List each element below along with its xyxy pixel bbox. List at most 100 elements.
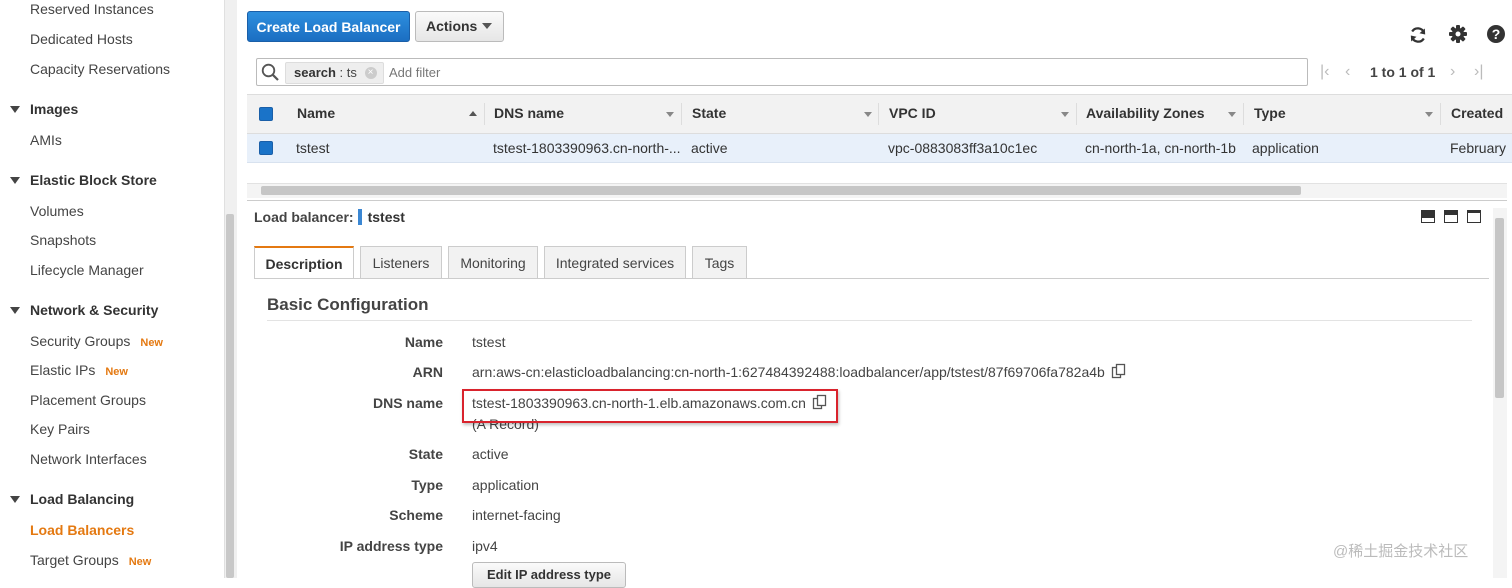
- column-menu-icon[interactable]: [864, 112, 872, 117]
- column-header-az[interactable]: Availability Zones: [1086, 105, 1205, 121]
- sidebar-item-target-groups[interactable]: Target Groups New: [30, 552, 151, 568]
- field-value-type: application: [472, 477, 539, 493]
- sidebar-item-security-groups[interactable]: Security Groups New: [30, 333, 163, 349]
- table-header: [247, 94, 1512, 134]
- svg-text:?: ?: [1492, 26, 1501, 42]
- pagination-text: 1 to 1 of 1: [1370, 64, 1436, 80]
- sidebar-item-reserved-instances[interactable]: Reserved Instances: [30, 1, 154, 17]
- sidebar-section-label: Load Balancing: [30, 491, 135, 507]
- add-filter-input[interactable]: [389, 62, 989, 82]
- actions-button[interactable]: Actions: [415, 11, 504, 42]
- sidebar-item-capacity-reservations[interactable]: Capacity Reservations: [30, 61, 170, 77]
- column-divider[interactable]: [1076, 103, 1077, 125]
- sidebar-section-load-balancing[interactable]: Load Balancing: [10, 491, 134, 507]
- column-divider[interactable]: [878, 103, 879, 125]
- sidebar-section-images[interactable]: Images: [10, 101, 78, 117]
- pane-splitter[interactable]: [247, 200, 1507, 205]
- copy-icon[interactable]: [1111, 363, 1127, 379]
- sidebar-item-network-interfaces[interactable]: Network Interfaces: [30, 451, 147, 467]
- watermark: @稀土掘金技术社区: [1333, 543, 1469, 560]
- sidebar: Reserved Instances Dedicated Hosts Capac…: [0, 0, 225, 578]
- sidebar-item-lifecycle-manager[interactable]: Lifecycle Manager: [30, 262, 144, 278]
- column-header-created[interactable]: Created At: [1451, 105, 1507, 121]
- search-filter-token[interactable]: search : ts ×: [285, 62, 384, 84]
- sidebar-item-placement-groups[interactable]: Placement Groups: [30, 392, 146, 408]
- table-scroll-thumb[interactable]: [261, 186, 1301, 195]
- field-label-scheme: Scheme: [389, 507, 443, 523]
- column-divider[interactable]: [484, 103, 485, 125]
- cell-dns: tstest-1803390963.cn-north-...: [493, 140, 681, 156]
- caret-down-icon: [10, 495, 20, 503]
- tab-description[interactable]: Description: [254, 246, 354, 279]
- column-header-name[interactable]: Name: [297, 105, 335, 121]
- remove-filter-icon[interactable]: ×: [364, 66, 377, 79]
- column-menu-icon[interactable]: [1061, 112, 1069, 117]
- cell-az: cn-north-1a, cn-north-1b: [1085, 140, 1236, 156]
- sidebar-item-load-balancers[interactable]: Load Balancers: [30, 522, 134, 538]
- next-page-icon[interactable]: ›: [1450, 63, 1455, 81]
- field-label-state: State: [408, 446, 443, 462]
- column-header-vpc[interactable]: VPC ID: [889, 105, 936, 121]
- pane-size-medium-icon[interactable]: [1444, 210, 1458, 223]
- detail-label: Load balancer:: [254, 209, 354, 225]
- detail-header: Load balancer: tstest: [254, 209, 405, 226]
- tab-listeners[interactable]: Listeners: [360, 246, 442, 278]
- prev-page-icon[interactable]: ‹: [1345, 63, 1350, 81]
- sidebar-item-key-pairs[interactable]: Key Pairs: [30, 421, 90, 437]
- column-header-dns[interactable]: DNS name: [494, 105, 564, 121]
- new-badge: New: [105, 366, 128, 378]
- field-label-type: Type: [411, 477, 443, 493]
- sidebar-item-snapshots[interactable]: Snapshots: [30, 232, 96, 248]
- row-checkbox[interactable]: [259, 141, 273, 155]
- gear-icon[interactable]: [1448, 24, 1468, 44]
- table-row[interactable]: [247, 134, 1512, 163]
- create-load-balancer-button[interactable]: Create Load Balancer: [247, 11, 410, 42]
- section-title: Basic Configuration: [267, 295, 429, 314]
- column-header-state[interactable]: State: [692, 105, 726, 121]
- cell-state: active: [691, 140, 728, 156]
- caret-down-icon: [10, 306, 20, 314]
- select-all-checkbox[interactable]: [259, 107, 273, 121]
- sidebar-section-ebs[interactable]: Elastic Block Store: [10, 172, 157, 188]
- sort-asc-icon[interactable]: [469, 111, 477, 116]
- sidebar-item-amis[interactable]: AMIs: [30, 132, 62, 148]
- column-divider[interactable]: [1243, 103, 1244, 125]
- column-header-type[interactable]: Type: [1254, 105, 1286, 121]
- tab-monitoring[interactable]: Monitoring: [448, 246, 538, 278]
- field-arn: arn:aws-cn:elasticloadbalancing:cn-north…: [472, 364, 1127, 381]
- first-page-icon[interactable]: |‹: [1320, 63, 1329, 81]
- field-value-ip-type: ipv4: [472, 538, 498, 554]
- edit-ip-address-type-button[interactable]: Edit IP address type: [472, 562, 626, 588]
- pane-size-large-icon[interactable]: [1467, 210, 1481, 223]
- cell-vpc: vpc-0883083ff3a10c1ec: [888, 140, 1038, 156]
- cell-name: tstest: [296, 140, 330, 156]
- tab-divider: [254, 278, 1489, 279]
- refresh-icon[interactable]: [1408, 25, 1428, 45]
- cell-created: February 2: [1450, 140, 1507, 156]
- sidebar-item-dedicated-hosts[interactable]: Dedicated Hosts: [30, 31, 133, 47]
- tab-tags[interactable]: Tags: [692, 246, 747, 278]
- detail-scroll-thumb[interactable]: [1495, 218, 1504, 398]
- column-menu-icon[interactable]: [1228, 112, 1236, 117]
- column-menu-icon[interactable]: [666, 112, 674, 117]
- caret-down-icon: [10, 176, 20, 184]
- cell-type: application: [1252, 140, 1319, 156]
- sidebar-item-volumes[interactable]: Volumes: [30, 203, 84, 219]
- sidebar-section-label: Network & Security: [30, 302, 159, 318]
- pane-size-small-icon[interactable]: [1421, 210, 1435, 223]
- column-divider[interactable]: [1440, 103, 1441, 125]
- field-value-state: active: [472, 446, 509, 462]
- column-divider[interactable]: [681, 103, 682, 125]
- sidebar-scroll-thumb[interactable]: [226, 214, 234, 578]
- sidebar-item-label: Security Groups: [30, 333, 131, 349]
- column-menu-icon[interactable]: [1425, 112, 1433, 117]
- last-page-icon[interactable]: ›|: [1474, 63, 1483, 81]
- sidebar-section-label: Elastic Block Store: [30, 172, 157, 188]
- help-icon[interactable]: ?: [1486, 24, 1506, 44]
- sidebar-item-elastic-ips[interactable]: Elastic IPs New: [30, 362, 128, 378]
- field-value-arn: arn:aws-cn:elasticloadbalancing:cn-north…: [472, 364, 1105, 380]
- tab-integrated-services[interactable]: Integrated services: [544, 246, 686, 278]
- sidebar-section-network[interactable]: Network & Security: [10, 302, 158, 318]
- new-badge: New: [140, 337, 163, 349]
- sidebar-item-label: Elastic IPs: [30, 362, 96, 378]
